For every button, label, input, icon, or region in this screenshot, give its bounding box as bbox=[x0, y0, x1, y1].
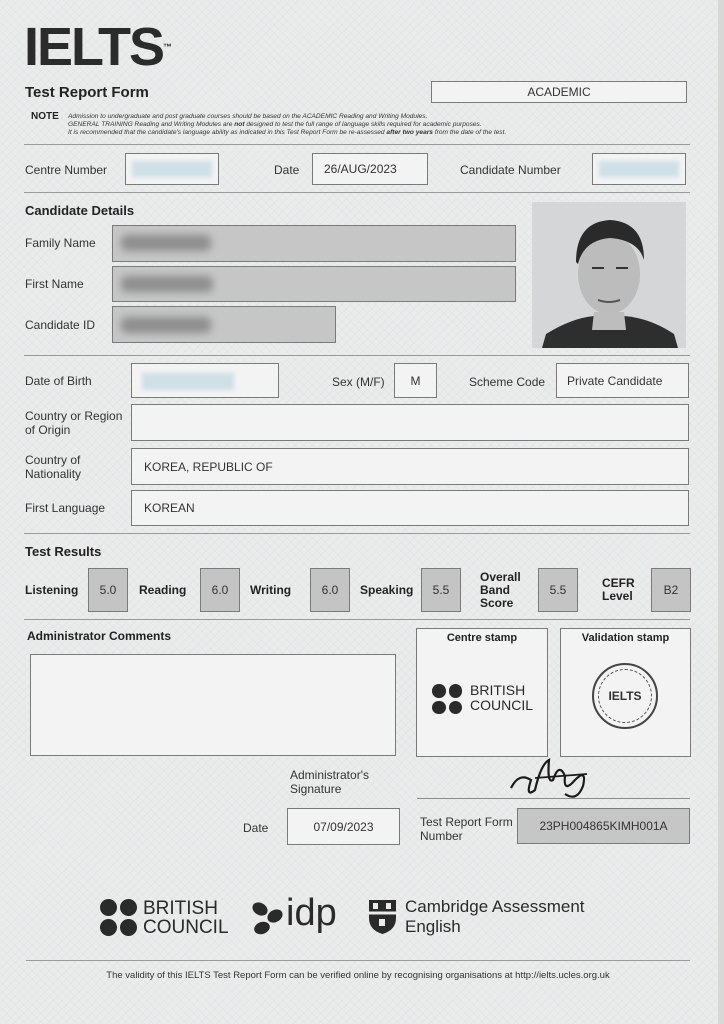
validation-stamp-box: Validation stamp IELTS bbox=[560, 628, 691, 757]
british-council-logo-icon bbox=[100, 899, 137, 936]
test-report-form: IELTS™ Test Report Form ACADEMIC NOTE Ad… bbox=[0, 0, 718, 1024]
cambridge-shield-icon bbox=[367, 898, 398, 935]
issue-date-label: Date bbox=[243, 821, 269, 835]
validation-stamp-label: Validation stamp bbox=[581, 632, 670, 644]
divider bbox=[24, 144, 690, 145]
first-name-label: First Name bbox=[25, 277, 84, 291]
idp-logo-icon bbox=[250, 899, 284, 937]
trf-number-field: 23PH004865KIMH001A bbox=[517, 808, 690, 844]
note-text: Admission to undergraduate and post grad… bbox=[68, 113, 668, 138]
origin-field bbox=[131, 404, 689, 441]
reading-label: Reading bbox=[139, 583, 187, 597]
test-date-value: 26/AUG/2023 bbox=[324, 162, 397, 176]
candidate-details-heading: Candidate Details bbox=[25, 203, 135, 218]
issue-date-value: 07/09/2023 bbox=[313, 819, 374, 834]
note-line-3: It is recommended that the candidate's l… bbox=[68, 129, 507, 137]
note-label: NOTE bbox=[31, 111, 59, 122]
scheme-code-label: Scheme Code bbox=[469, 375, 546, 389]
scheme-code-value: Private Candidate bbox=[567, 373, 663, 388]
redacted-family-name bbox=[121, 235, 211, 251]
administrator-signature bbox=[505, 750, 595, 808]
note-line-1: Admission to undergraduate and post grad… bbox=[68, 113, 428, 120]
divider bbox=[24, 533, 690, 534]
divider bbox=[24, 619, 690, 620]
sex-label: Sex (M/F) bbox=[332, 375, 385, 389]
reading-score: 6.0 bbox=[200, 568, 240, 612]
module-value: ACADEMIC bbox=[527, 85, 591, 99]
idp-logo-text: idp bbox=[286, 892, 337, 934]
nationality-label: Country of Nationality bbox=[25, 453, 82, 481]
scheme-code-field: Private Candidate bbox=[556, 363, 689, 398]
page-title: Test Report Form bbox=[25, 84, 149, 101]
overall-band-score: 5.5 bbox=[538, 568, 578, 612]
test-date-field: 26/AUG/2023 bbox=[312, 153, 428, 185]
divider bbox=[24, 355, 690, 356]
test-results-heading: Test Results bbox=[25, 544, 102, 559]
cefr-label: CEFR Level bbox=[602, 576, 635, 603]
ielts-logo: IELTS™ bbox=[24, 20, 172, 74]
overall-band-label: Overall Band Score bbox=[480, 570, 521, 610]
candidate-number-label: Candidate Number bbox=[460, 163, 561, 177]
footer-divider bbox=[26, 960, 690, 961]
first-name-field bbox=[112, 266, 516, 302]
dob-label: Date of Birth bbox=[25, 374, 92, 388]
issue-date-field: 07/09/2023 bbox=[287, 808, 400, 845]
sex-field: M bbox=[394, 363, 437, 398]
speaking-label: Speaking bbox=[360, 583, 414, 597]
ielts-logo-text: IELTS bbox=[24, 17, 165, 77]
module-box: ACADEMIC bbox=[431, 81, 687, 103]
trademark: ™ bbox=[163, 42, 173, 52]
divider bbox=[24, 192, 690, 193]
candidate-photo bbox=[532, 202, 686, 348]
ielts-seal-icon: IELTS bbox=[592, 663, 658, 729]
signature-label: Administrator's Signature bbox=[290, 768, 369, 796]
redacted-first-name bbox=[121, 276, 213, 292]
speaking-score: 5.5 bbox=[421, 568, 461, 612]
candidate-id-label: Candidate ID bbox=[25, 318, 96, 332]
family-name-field bbox=[112, 225, 516, 262]
validity-notice: The validity of this IELTS Test Report F… bbox=[106, 970, 610, 981]
trf-number-value: 23PH004865KIMH001A bbox=[539, 819, 668, 833]
cefr-level: B2 bbox=[651, 568, 691, 612]
dob-field bbox=[131, 363, 279, 398]
writing-label: Writing bbox=[250, 583, 292, 597]
redacted-candidate-id bbox=[121, 317, 211, 333]
redacted-dob bbox=[142, 373, 234, 390]
centre-stamp-label: Centre stamp bbox=[446, 632, 518, 644]
listening-label: Listening bbox=[25, 583, 79, 597]
candidate-id-field bbox=[112, 306, 336, 343]
cambridge-logo-text: Cambridge Assessment English bbox=[405, 897, 585, 936]
first-language-field: KOREAN bbox=[131, 490, 689, 526]
portrait-image bbox=[542, 220, 678, 348]
family-name-label: Family Name bbox=[25, 236, 96, 250]
listening-score: 5.0 bbox=[88, 568, 128, 612]
origin-label: Country or Region of Origin bbox=[25, 409, 123, 437]
centre-number-label: Centre Number bbox=[25, 163, 108, 177]
sex-value: M bbox=[410, 373, 421, 388]
first-language-value: KOREAN bbox=[144, 501, 195, 515]
test-date-label: Date bbox=[274, 163, 300, 177]
signature-line bbox=[417, 798, 690, 799]
admin-comments-field bbox=[30, 654, 396, 756]
note-line-2: GENERAL TRAINING Reading and Writing Mod… bbox=[68, 121, 482, 129]
admin-comments-label: Administrator Comments bbox=[27, 629, 172, 643]
first-language-label: First Language bbox=[25, 501, 106, 515]
redacted-candidate-number bbox=[599, 161, 679, 177]
british-council-stamp-text: BRITISH COUNCIL bbox=[470, 682, 534, 713]
candidate-number-field bbox=[592, 153, 686, 185]
trf-number-label: Test Report Form Number bbox=[420, 815, 513, 843]
centre-stamp-box: Centre stamp BRITISH COUNCIL bbox=[416, 628, 548, 757]
writing-score: 6.0 bbox=[310, 568, 350, 612]
british-council-logo-text: BRITISH COUNCIL bbox=[143, 898, 229, 938]
british-council-stamp-icon bbox=[432, 684, 462, 714]
nationality-value: KOREA, REPUBLIC OF bbox=[144, 459, 273, 474]
redacted-centre-number bbox=[132, 161, 212, 177]
centre-number-field bbox=[125, 153, 219, 185]
nationality-field: KOREA, REPUBLIC OF bbox=[131, 448, 689, 485]
